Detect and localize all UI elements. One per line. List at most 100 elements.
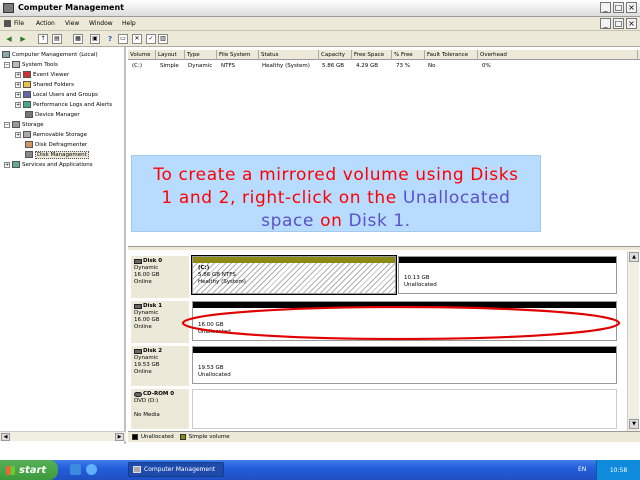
instruction-highlight-space: space bbox=[261, 211, 315, 231]
legend-bar: Unallocated Simple volume bbox=[128, 431, 640, 442]
instruction-line-3: space on Disk 1. bbox=[261, 211, 411, 231]
disk-2-label[interactable]: Disk 2 Dynamic 19.53 GB Online bbox=[131, 346, 189, 386]
menu-file[interactable]: File bbox=[4, 20, 24, 27]
column-capacity[interactable]: Capacity bbox=[319, 50, 352, 60]
tree-node-shared-folders[interactable]: + Shared Folders bbox=[15, 80, 74, 89]
system-tray: 10:58 bbox=[596, 460, 640, 480]
type-cell: Dynamic bbox=[188, 63, 213, 69]
column-status[interactable]: Status bbox=[259, 50, 319, 60]
expand-icon[interactable]: + bbox=[15, 91, 21, 98]
tree-node-event-viewer[interactable]: + Event Viewer bbox=[15, 70, 69, 79]
tree-node-system-tools[interactable]: − System Tools bbox=[4, 60, 58, 69]
menu-window[interactable]: Window bbox=[89, 20, 113, 27]
partition-disk2-unallocated[interactable]: 19.53 GB Unallocated bbox=[192, 346, 617, 384]
event-viewer-icon bbox=[23, 71, 31, 78]
device-manager-icon bbox=[25, 111, 33, 118]
menu-help[interactable]: Help bbox=[122, 20, 136, 27]
column-fault-tolerance[interactable]: Fault Tolerance bbox=[425, 50, 478, 60]
export-icon[interactable]: ▦ bbox=[73, 34, 83, 44]
tree-node-perf-logs[interactable]: + Performance Logs and Alerts bbox=[15, 100, 112, 109]
column-volume[interactable]: Volume bbox=[128, 50, 156, 60]
simple-volume-swatch bbox=[179, 434, 186, 440]
windows-logo-icon bbox=[6, 465, 15, 475]
menu-action[interactable]: Action bbox=[36, 20, 55, 27]
expand-icon[interactable]: + bbox=[4, 161, 10, 168]
collapse-icon[interactable]: − bbox=[4, 61, 10, 68]
back-icon[interactable]: ◀ bbox=[4, 34, 14, 44]
hard-disk-icon bbox=[134, 304, 142, 309]
copy-icon[interactable]: ✕ bbox=[132, 34, 142, 44]
language-indicator[interactable]: EN bbox=[578, 466, 586, 473]
maximize-button[interactable]: □ bbox=[613, 2, 624, 13]
tree-node-storage[interactable]: − Storage bbox=[4, 120, 44, 129]
scroll-right-icon[interactable]: ▶ bbox=[115, 433, 124, 441]
minimize-button[interactable]: _ bbox=[600, 2, 611, 13]
column-free-space[interactable]: Free Space bbox=[352, 50, 392, 60]
disk-graphical-view: Disk 0 Dynamic 16.00 GB Online (C:) 5.86… bbox=[128, 251, 627, 431]
expand-icon[interactable]: + bbox=[15, 101, 21, 108]
tree-node-services[interactable]: + Services and Applications bbox=[4, 160, 93, 169]
taskbar-item-computer-management[interactable]: Computer Management bbox=[128, 462, 224, 477]
expand-icon[interactable]: + bbox=[15, 71, 21, 78]
window-title: Computer Management bbox=[18, 3, 124, 12]
clock[interactable]: 10:58 bbox=[610, 467, 627, 474]
tree-node-disk-defrag[interactable]: Disk Defragmenter bbox=[25, 140, 87, 149]
disk-view-vertical-scrollbar[interactable]: ▲ ▼ bbox=[627, 251, 639, 431]
start-button[interactable]: start bbox=[0, 460, 58, 480]
up-icon[interactable]: ↑ bbox=[38, 34, 48, 44]
tree-node-root[interactable]: Computer Management (Local) bbox=[2, 50, 98, 59]
close-button[interactable]: × bbox=[626, 2, 637, 13]
column-file-system[interactable]: File System bbox=[217, 50, 259, 60]
collapse-icon[interactable]: − bbox=[4, 121, 10, 128]
column-layout[interactable]: Layout bbox=[156, 50, 185, 60]
folder-icon bbox=[23, 81, 31, 88]
mdi-minimize-button[interactable]: _ bbox=[600, 18, 611, 29]
layout-cell: Simple bbox=[160, 63, 179, 69]
pane-splitter[interactable] bbox=[128, 246, 640, 250]
volume-list-header: Volume Layout Type File System Status Ca… bbox=[128, 50, 640, 60]
tree-horizontal-scrollbar[interactable]: ◀ ▶ bbox=[0, 431, 126, 441]
table-row[interactable]: (C:) Simple Dynamic NTFS Healthy (System… bbox=[128, 61, 640, 71]
tree-node-device-manager[interactable]: Device Manager bbox=[25, 110, 80, 119]
column-overhead[interactable]: Overhead bbox=[478, 50, 638, 60]
column-type[interactable]: Type bbox=[185, 50, 217, 60]
scroll-up-icon[interactable]: ▲ bbox=[629, 252, 639, 262]
mdi-restore-button[interactable]: □ bbox=[613, 18, 624, 29]
tree-node-local-users[interactable]: + Local Users and Groups bbox=[15, 90, 98, 99]
mdi-close-button[interactable]: × bbox=[626, 18, 637, 29]
services-icon bbox=[12, 161, 20, 168]
cdrom-0-label[interactable]: CD-ROM 0 DVD (D:) No Media bbox=[131, 389, 189, 429]
internet-explorer-icon[interactable] bbox=[86, 464, 97, 475]
show-hide-tree-icon[interactable]: ▤ bbox=[52, 34, 62, 44]
unallocated-bar bbox=[399, 257, 616, 263]
view-icon[interactable]: ▥ bbox=[158, 34, 168, 44]
partition-disk0-unallocated[interactable]: 10.13 GB Unallocated bbox=[398, 256, 617, 294]
forward-icon[interactable]: ▶ bbox=[18, 34, 28, 44]
refresh-icon[interactable]: ▭ bbox=[118, 34, 128, 44]
expand-icon[interactable]: + bbox=[15, 81, 21, 88]
fault-tolerance-cell: No bbox=[428, 63, 436, 69]
paste-icon[interactable]: ✓ bbox=[146, 34, 156, 44]
expand-icon[interactable]: + bbox=[15, 131, 21, 138]
tree-node-removable-storage[interactable]: + Removable Storage bbox=[15, 130, 87, 139]
instruction-line-1: To create a mirrored volume using Disks bbox=[153, 165, 519, 185]
partition-c[interactable]: (C:) 5.86 GB NTFS Healthy (System) bbox=[192, 256, 396, 294]
disk-0-label[interactable]: Disk 0 Dynamic 16.00 GB Online bbox=[131, 256, 189, 298]
hard-disk-icon bbox=[134, 349, 142, 354]
show-desktop-icon[interactable] bbox=[70, 464, 81, 475]
tools-icon bbox=[12, 61, 20, 68]
menu-view[interactable]: View bbox=[65, 20, 79, 27]
scroll-down-icon[interactable]: ▼ bbox=[629, 419, 639, 429]
scroll-left-icon[interactable]: ◀ bbox=[1, 433, 10, 441]
capacity-cell: 5.86 GB bbox=[322, 63, 345, 69]
console-tree: Computer Management (Local) − System Tool… bbox=[0, 47, 126, 444]
properties-icon[interactable]: ▣ bbox=[90, 34, 100, 44]
status-cell: Healthy (System) bbox=[262, 63, 310, 69]
column-percent-free[interactable]: % Free bbox=[392, 50, 425, 60]
cdrom-empty-area bbox=[192, 389, 617, 429]
tree-node-disk-management[interactable]: Disk Management bbox=[25, 150, 89, 159]
help-icon[interactable]: ? bbox=[105, 34, 115, 44]
instruction-line-2: 1 and 2, right-click on the Unallocated bbox=[161, 188, 511, 208]
title-bar: Computer Management _ □ × bbox=[0, 0, 640, 17]
taskbar: start Computer Management EN 10:58 bbox=[0, 460, 640, 480]
